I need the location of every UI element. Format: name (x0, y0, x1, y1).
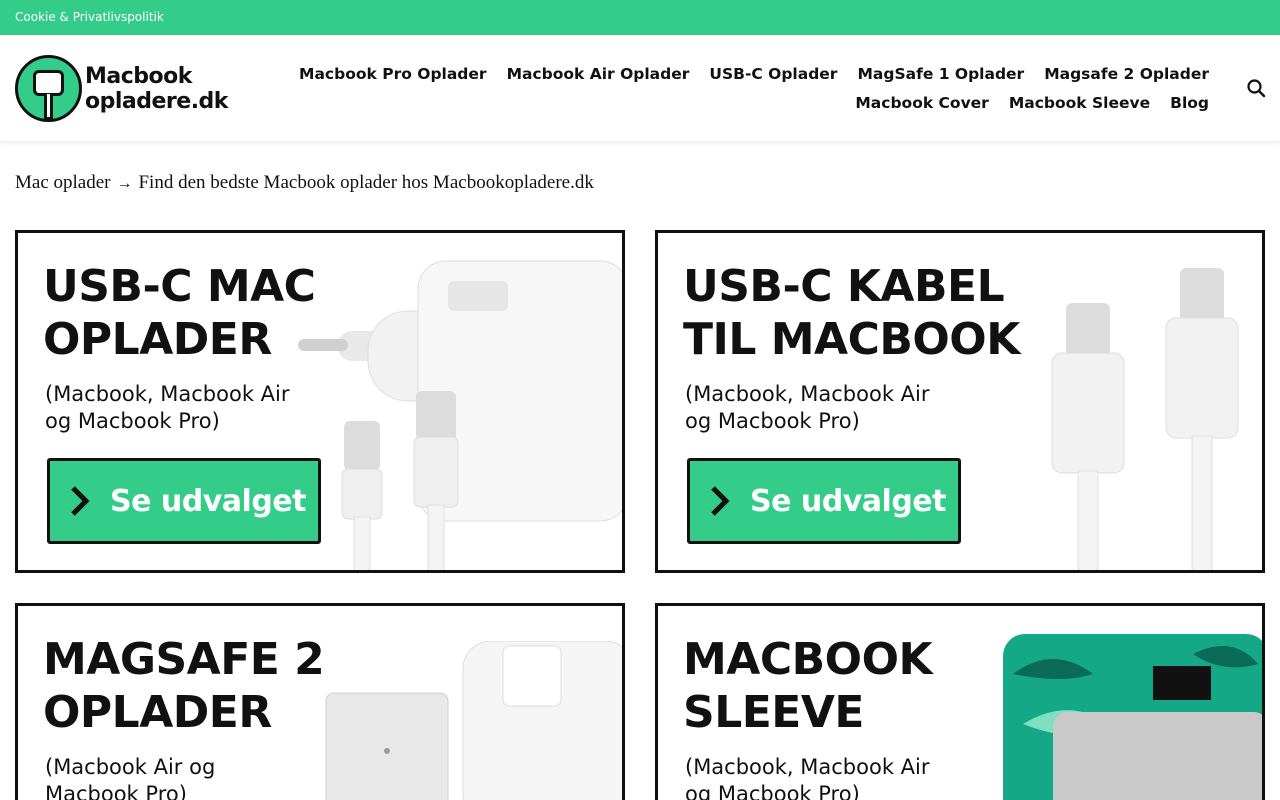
nav-row-1: Macbook Pro Oplader Macbook Air Oplader … (299, 59, 1209, 88)
se-udvalget-button[interactable]: Se udvalget (47, 458, 321, 544)
breadcrumb-separator: → (116, 175, 133, 192)
logo-text: Macbook opladere.dk (85, 64, 228, 114)
main-nav: Macbook Pro Oplader Macbook Air Oplader … (299, 59, 1209, 117)
card-title-line-2: OPLADER (43, 314, 272, 365)
breadcrumb-home-link[interactable]: Mac oplader (15, 172, 110, 194)
magsafe-charger-image (325, 641, 622, 800)
chevron-right-icon (690, 458, 750, 544)
card-subtitle: (Macbook Air og Macbook Pro) (45, 754, 215, 800)
card-subtitle-line-1: (Macbook, Macbook Air (45, 382, 290, 406)
chevron-right-icon (50, 458, 110, 544)
breadcrumb-current: Find den bedste Macbook oplader hos Macb… (138, 172, 594, 193)
card-title-line-1: USB-C KABEL (683, 261, 1005, 312)
card-subtitle-line-1: (Macbook, Macbook Air (685, 755, 930, 779)
card-subtitle-line-2: og Macbook Pro) (685, 782, 860, 800)
logo-line-2: opladere.dk (85, 89, 228, 114)
card-subtitle-line-1: (Macbook Air og (45, 755, 216, 779)
card-title-line-1: MAGSAFE 2 (43, 634, 325, 685)
card-usb-c-kabel-til-macbook[interactable]: USB-C KABEL TIL MACBOOK (Macbook, Macboo… (655, 230, 1265, 573)
card-title-line-2: TIL MACBOOK (683, 314, 1020, 365)
nav-item-usb-c-oplader[interactable]: USB-C Oplader (709, 65, 837, 83)
top-bar: Cookie & Privatlivspolitik (0, 0, 1280, 35)
card-title: USB-C MAC OPLADER (43, 260, 316, 366)
usb-c-cable-image (1051, 268, 1239, 570)
nav-row-2: Macbook Cover Macbook Sleeve Blog (329, 88, 1209, 117)
card-macbook-sleeve[interactable]: MACBOOK SLEEVE (Macbook, Macbook Air og … (655, 603, 1265, 800)
card-title-line-2: SLEEVE (683, 687, 864, 738)
card-title-line-1: USB-C MAC (43, 261, 316, 312)
card-usb-c-mac-oplader[interactable]: USB-C MAC OPLADER (Macbook, Macbook Air … (15, 230, 625, 573)
nav-item-macbook-sleeve[interactable]: Macbook Sleeve (1009, 94, 1150, 112)
nav-item-macbook-cover[interactable]: Macbook Cover (855, 94, 988, 112)
card-subtitle-line-2: og Macbook Pro) (45, 409, 220, 433)
card-title-line-1: MACBOOK (683, 634, 933, 685)
nav-item-macbook-pro-oplader[interactable]: Macbook Pro Oplader (299, 65, 487, 83)
breadcrumb: Mac oplader → Find den bedste Macbook op… (15, 172, 594, 194)
card-subtitle: (Macbook, Macbook Air og Macbook Pro) (45, 381, 290, 435)
card-title: MACBOOK SLEEVE (683, 633, 933, 739)
logo-line-1: Macbook (85, 64, 192, 89)
card-magsafe-2-oplader[interactable]: MAGSAFE 2 OPLADER (Macbook Air og Macboo… (15, 603, 625, 800)
nav-item-magsafe-1-oplader[interactable]: MagSafe 1 Oplader (857, 65, 1024, 83)
card-subtitle-line-1: (Macbook, Macbook Air (685, 382, 930, 406)
se-udvalget-button[interactable]: Se udvalget (687, 458, 961, 544)
card-title: MAGSAFE 2 OPLADER (43, 633, 325, 739)
logo-plug-icon (15, 55, 82, 122)
site-header: Macbook opladere.dk Macbook Pro Oplader … (0, 35, 1280, 141)
usb-c-charger-image (298, 260, 622, 570)
nav-item-blog[interactable]: Blog (1170, 94, 1209, 112)
se-udvalget-label: Se udvalget (110, 483, 306, 519)
card-subtitle-line-2: Macbook Pro) (45, 782, 187, 800)
card-title: USB-C KABEL TIL MACBOOK (683, 260, 1020, 366)
card-subtitle-line-2: og Macbook Pro) (685, 409, 860, 433)
se-udvalget-label: Se udvalget (750, 483, 946, 519)
nav-item-magsafe-2-oplader[interactable]: Magsafe 2 Oplader (1044, 65, 1209, 83)
cookie-policy-link[interactable]: Cookie & Privatlivspolitik (15, 10, 164, 24)
nav-item-macbook-air-oplader[interactable]: Macbook Air Oplader (507, 65, 690, 83)
macbook-sleeve-image (1003, 634, 1262, 800)
site-logo[interactable]: Macbook opladere.dk (15, 55, 228, 122)
card-title-line-2: OPLADER (43, 687, 272, 738)
card-subtitle: (Macbook, Macbook Air og Macbook Pro) (685, 754, 930, 800)
search-icon[interactable] (1246, 78, 1266, 98)
card-subtitle: (Macbook, Macbook Air og Macbook Pro) (685, 381, 930, 435)
